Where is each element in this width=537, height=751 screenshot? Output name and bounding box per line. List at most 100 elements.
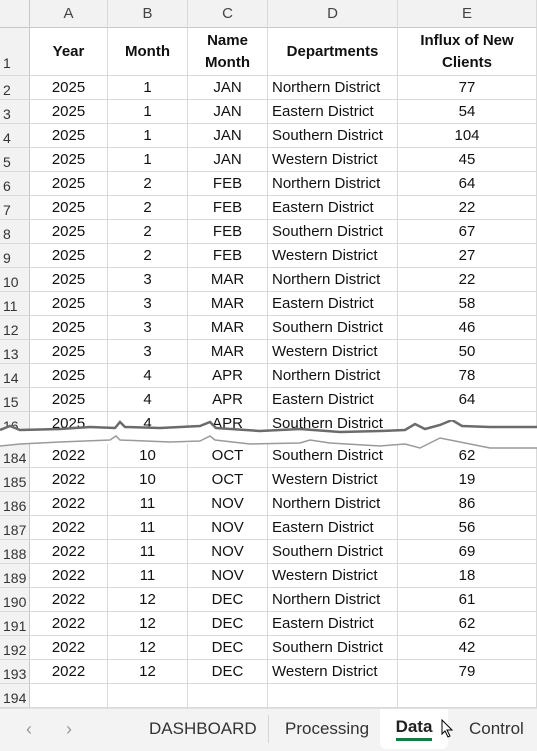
cell-year[interactable]: 2022 [30,660,108,684]
cell-name-month[interactable]: FEB [188,196,268,220]
cell-influx[interactable]: 42 [398,636,537,660]
cell-month[interactable] [108,684,188,708]
cell-name-month[interactable]: APR [188,388,268,412]
cell-year[interactable]: 2025 [30,172,108,196]
cell-month[interactable]: 12 [108,660,188,684]
row-header[interactable]: 14 [0,364,30,388]
cell-influx[interactable]: 22 [398,196,537,220]
cell-year[interactable]: 2022 [30,540,108,564]
cell-name-month[interactable]: FEB [188,220,268,244]
cell-department[interactable]: Western District [268,340,398,364]
cell-month[interactable]: 3 [108,316,188,340]
cell-month[interactable]: 2 [108,244,188,268]
cell-name-month[interactable]: JAN [188,148,268,172]
cell-influx[interactable]: 45 [398,148,537,172]
cell-month[interactable]: 4 [108,364,188,388]
header-name-month[interactable]: Name Month [188,28,268,76]
cell-month[interactable]: 12 [108,636,188,660]
cell-year[interactable]: 2022 [30,636,108,660]
cell-influx[interactable]: 19 [398,468,537,492]
cell-department[interactable]: Eastern District [268,196,398,220]
cell-year[interactable]: 2025 [30,124,108,148]
cell-year[interactable]: 2025 [30,340,108,364]
cell-month[interactable]: 1 [108,100,188,124]
cell-influx[interactable]: 104 [398,124,537,148]
cell-year[interactable]: 2025 [30,100,108,124]
row-header[interactable]: 193 [0,660,30,684]
cell-department[interactable]: Eastern District [268,516,398,540]
cell-name-month[interactable]: NOV [188,564,268,588]
cell-month[interactable]: 2 [108,220,188,244]
cell-influx[interactable]: 62 [398,612,537,636]
cell-name-month[interactable]: NOV [188,516,268,540]
cell-influx[interactable]: 46 [398,316,537,340]
cell-month[interactable]: 12 [108,612,188,636]
cell-month[interactable]: 1 [108,148,188,172]
row-header[interactable]: 6 [0,172,30,196]
cell-influx[interactable]: 77 [398,76,537,100]
cell-influx[interactable]: 22 [398,268,537,292]
row-header[interactable]: 12 [0,316,30,340]
cell-month[interactable]: 2 [108,196,188,220]
cell-influx[interactable]: 56 [398,516,537,540]
cell-influx[interactable]: 58 [398,292,537,316]
select-all-corner[interactable] [0,0,30,28]
tab-control[interactable]: Control [469,709,524,749]
column-header-e[interactable]: E [398,0,537,28]
cell-year[interactable]: 2025 [30,316,108,340]
header-departments[interactable]: Departments [268,28,398,76]
cell-year[interactable]: 2022 [30,612,108,636]
cell-year[interactable]: 2025 [30,244,108,268]
row-header[interactable]: 15 [0,388,30,412]
cell-department[interactable] [268,684,398,708]
scroll-tabs-left-icon[interactable]: ‹ [26,719,32,740]
cell-influx[interactable] [398,684,537,708]
cell-department[interactable]: Western District [268,564,398,588]
cell-influx[interactable]: 79 [398,660,537,684]
cell-influx[interactable]: 18 [398,564,537,588]
row-header[interactable]: 11 [0,292,30,316]
row-header[interactable]: 189 [0,564,30,588]
cell-name-month[interactable]: NOV [188,492,268,516]
tab-processing[interactable]: Processing [285,709,369,749]
cell-name-month[interactable]: MAR [188,340,268,364]
cell-year[interactable]: 2022 [30,588,108,612]
row-header[interactable]: 10 [0,268,30,292]
cell-month[interactable]: 11 [108,564,188,588]
row-header[interactable]: 186 [0,492,30,516]
row-header[interactable]: 192 [0,636,30,660]
cell-year[interactable]: 2025 [30,388,108,412]
cell-name-month[interactable]: DEC [188,660,268,684]
cell-department[interactable]: Northern District [268,492,398,516]
cell-year[interactable]: 2025 [30,292,108,316]
cell-month[interactable]: 11 [108,492,188,516]
cell-month[interactable]: 2 [108,172,188,196]
cell-year[interactable]: 2022 [30,516,108,540]
cell-year[interactable]: 2022 [30,492,108,516]
cell-year[interactable]: 2025 [30,76,108,100]
row-header[interactable]: 13 [0,340,30,364]
cell-influx[interactable]: 69 [398,540,537,564]
cell-year[interactable]: 2025 [30,220,108,244]
row-header[interactable]: 194 [0,684,30,708]
cell-name-month[interactable]: DEC [188,636,268,660]
cell-department[interactable]: Northern District [268,172,398,196]
cell-name-month[interactable]: OCT [188,468,268,492]
row-header[interactable]: 191 [0,612,30,636]
cell-influx[interactable]: 86 [398,492,537,516]
row-header[interactable]: 187 [0,516,30,540]
column-header-d[interactable]: D [268,0,398,28]
cell-department[interactable]: Northern District [268,76,398,100]
cell-name-month[interactable]: JAN [188,124,268,148]
cell-name-month[interactable]: NOV [188,540,268,564]
cell-name-month[interactable]: APR [188,364,268,388]
cell-influx[interactable]: 64 [398,388,537,412]
row-header[interactable]: 188 [0,540,30,564]
header-influx[interactable]: Influx of New Clients [398,28,537,76]
cell-name-month[interactable]: DEC [188,588,268,612]
cell-department[interactable]: Northern District [268,364,398,388]
cell-year[interactable]: 2025 [30,364,108,388]
cell-department[interactable]: Northern District [268,268,398,292]
cell-department[interactable]: Eastern District [268,388,398,412]
cell-influx[interactable]: 61 [398,588,537,612]
